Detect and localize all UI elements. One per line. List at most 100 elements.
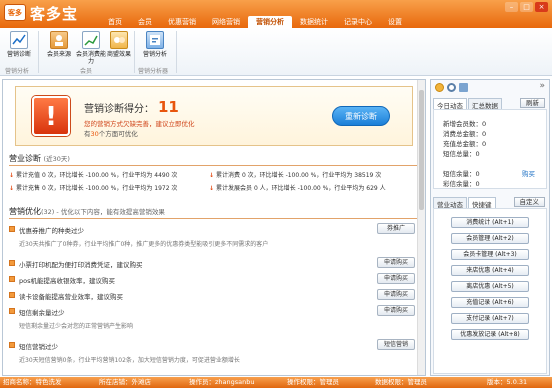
diagnosis-item-text: 累计充值 0 次，环比增长 -100.00 %，行业平均为 4490 次	[16, 172, 178, 179]
right-panel-icons	[435, 83, 468, 92]
status-operator: 操作员：zhangsanbu	[189, 378, 255, 386]
collapse-chevron-icon[interactable]: »	[539, 81, 545, 91]
coupon-promote-button[interactable]: 券推广	[377, 223, 415, 234]
optimization-subtext: 近30天短信营销0条，行业平均营销102条，加大短信营销力度，可促进营业额增长	[19, 357, 240, 364]
apply-purchase-button[interactable]: 申请购买	[377, 273, 415, 284]
status-version: 版本：5.0.31	[487, 378, 528, 386]
optimization-text: 短信营销过少	[19, 343, 58, 351]
score-sub-count: 30	[90, 130, 99, 138]
warning-square-icon	[9, 292, 15, 298]
rediagnose-button[interactable]: 重新诊断	[332, 106, 390, 126]
tool-member-consumption[interactable]: 会员消费能力	[76, 31, 106, 65]
refresh-button[interactable]: 刷新	[520, 98, 545, 108]
apply-purchase-button[interactable]: 申请购买	[377, 305, 415, 316]
diagnosis-title-text: 营业诊断	[9, 154, 41, 163]
today-tabs: 今日动态 汇总数据	[433, 98, 503, 110]
down-arrow-icon: ↓	[209, 185, 215, 192]
nav-marketing-analysis[interactable]: 营销分析	[248, 16, 292, 28]
status-permission: 操作权限：管理员	[287, 378, 339, 386]
score-card: ! 营销诊断得分： 11 您的营销方式欠缺完善，建议立即优化 有30个方面可优化 …	[15, 86, 413, 146]
ribbon-toolbar: 营销诊断 会员来源 会员消费能力 商盟效果 营销分析 营销分析 会员 营销分析器	[0, 28, 552, 76]
nav-online-marketing[interactable]: 网络营销	[204, 16, 248, 28]
group-label-analyzer: 营销分析器	[138, 68, 169, 75]
tool-alliance-effect[interactable]: 商盟效果	[104, 31, 134, 58]
stat-sms-total: 短信总量：0	[443, 150, 480, 158]
shortcut-arrival-discount[interactable]: 来店优惠 (Alt+4)	[451, 265, 529, 276]
shortcut-recharge-records[interactable]: 充值记录 (Alt+6)	[451, 297, 529, 308]
diagnosis-title: 营业诊断 (近30天)	[9, 153, 70, 164]
tab-shortcuts[interactable]: 快捷键	[468, 197, 496, 209]
optimization-row: pos机能提高收银效率，建议购买 申请购买	[9, 273, 417, 286]
warning-square-icon	[9, 342, 15, 348]
status-data-permission: 数据权限：管理员	[375, 378, 427, 386]
tab-today-activity[interactable]: 今日动态	[433, 98, 467, 110]
optimization-row: 小票打印机配为便打印消费凭证，建议购买 申请购买	[9, 257, 417, 270]
stat-sms-balance: 短信余量：0	[443, 170, 480, 178]
shortcut-tabs: 营业动态 快捷键	[433, 197, 497, 209]
tool-label: 商盟效果	[106, 51, 131, 58]
group-label-member: 会员	[80, 68, 93, 75]
optimization-count: (32)	[41, 208, 55, 216]
tool-label: 会员来源	[46, 51, 71, 58]
shortcut-departure-discount[interactable]: 离店优惠 (Alt+5)	[451, 281, 529, 292]
search-icon[interactable]	[447, 83, 456, 92]
vertical-scrollbar[interactable]	[417, 80, 425, 375]
diagnosis-item-text: 累计充售 0 次，环比增长 -100.00 %，行业平均为 1972 次	[16, 185, 178, 192]
score-title: 营销诊断得分： 11	[84, 98, 179, 116]
window-controls: – □ ×	[505, 2, 548, 12]
nav-statistics[interactable]: 数据统计	[292, 16, 336, 28]
tool-marketing-analysis[interactable]: 营销分析	[140, 31, 170, 58]
optimization-hint: - 优化以下内容，能有效提高营销效果	[54, 208, 165, 216]
app-logo-text: 客多宝	[30, 5, 79, 23]
tool-label: 营销分析	[142, 51, 167, 58]
member-source-icon	[50, 31, 68, 49]
optimization-row: 读卡设备能提高营业效率，建议购买 申请购买	[9, 289, 417, 302]
close-button[interactable]: ×	[535, 2, 548, 12]
apply-purchase-button[interactable]: 申请购买	[377, 257, 415, 268]
nav-promotion[interactable]: 优惠营销	[160, 16, 204, 28]
diagnosis-item: ↓ 累计充售 0 次，环比增长 -100.00 %，行业平均为 1972 次	[9, 183, 177, 192]
down-arrow-icon: ↓	[9, 172, 15, 179]
diagnosis-item-text: 累计消费 0 次，环比增长 -100.00 %，行业平均为 38519 次	[216, 172, 382, 179]
section-divider	[9, 218, 419, 219]
apply-purchase-button[interactable]: 申请购买	[377, 289, 415, 300]
maximize-button[interactable]: □	[520, 2, 533, 12]
buy-link[interactable]: 购买	[522, 168, 535, 178]
sms-marketing-button[interactable]: 短信营销	[377, 339, 415, 350]
tool-label: 营销诊断	[6, 51, 31, 58]
clock-icon[interactable]	[435, 83, 444, 92]
tool-member-source[interactable]: 会员来源	[44, 31, 74, 58]
right-panel: » 今日动态 汇总数据 刷新 新增会员数：0 消费总金额：0 充值总金额：0 短…	[430, 79, 550, 376]
warning-icon: !	[32, 96, 70, 136]
tab-summary-data[interactable]: 汇总数据	[468, 98, 502, 110]
score-description: 您的营销方式欠缺完善，建议立即优化	[84, 120, 195, 128]
nav-member[interactable]: 会员	[130, 16, 160, 28]
status-org: 招商名称：特色洗发	[3, 378, 62, 386]
member-consumption-icon	[82, 31, 100, 49]
stat-consumption-total: 消费总金额：0	[443, 130, 487, 138]
score-subtext: 有30个方面可优化	[84, 128, 138, 138]
nav-home[interactable]: 首页	[100, 16, 130, 28]
tab-business-activity[interactable]: 营业动态	[433, 197, 467, 209]
tool-label: 会员消费能力	[76, 51, 107, 65]
score-sub-suffix: 个方面可优化	[98, 130, 138, 138]
main-content: ! 营销诊断得分： 11 您的营销方式欠缺完善，建议立即优化 有30个方面可优化 …	[2, 79, 426, 376]
status-store: 所在店铺：外滩店	[99, 378, 151, 386]
nav-records[interactable]: 记录中心	[336, 16, 380, 28]
optimization-text: 短信剩余量过少	[19, 309, 65, 317]
shortcut-member-management[interactable]: 会员管理 (Alt+2)	[451, 233, 529, 244]
customize-button[interactable]: 自定义	[513, 197, 545, 207]
shortcut-coupon-records[interactable]: 优惠发放记录 (Alt+8)	[451, 329, 529, 340]
grid-icon[interactable]	[459, 83, 468, 92]
title-bar: 客多 客多宝 首页 会员 优惠营销 网络营销 营销分析 数据统计 记录中心 设置…	[0, 0, 552, 28]
shortcut-consumption-stats[interactable]: 消费统计 (Alt+1)	[451, 217, 529, 228]
optimization-text: pos机能提高收银效率，建议购买	[19, 277, 115, 285]
shortcut-member-card[interactable]: 会员卡管理 (Alt+3)	[451, 249, 529, 260]
nav-settings[interactable]: 设置	[380, 16, 410, 28]
tool-marketing-diagnosis[interactable]: 营销诊断	[4, 31, 34, 58]
optimization-row: 短信剩余量过少 申请购买	[9, 305, 417, 318]
scrollbar-thumb[interactable]	[419, 90, 424, 210]
app-logo-badge: 客多	[4, 4, 26, 21]
shortcut-payment-records[interactable]: 支付记录 (Alt+7)	[451, 313, 529, 324]
minimize-button[interactable]: –	[505, 2, 518, 12]
